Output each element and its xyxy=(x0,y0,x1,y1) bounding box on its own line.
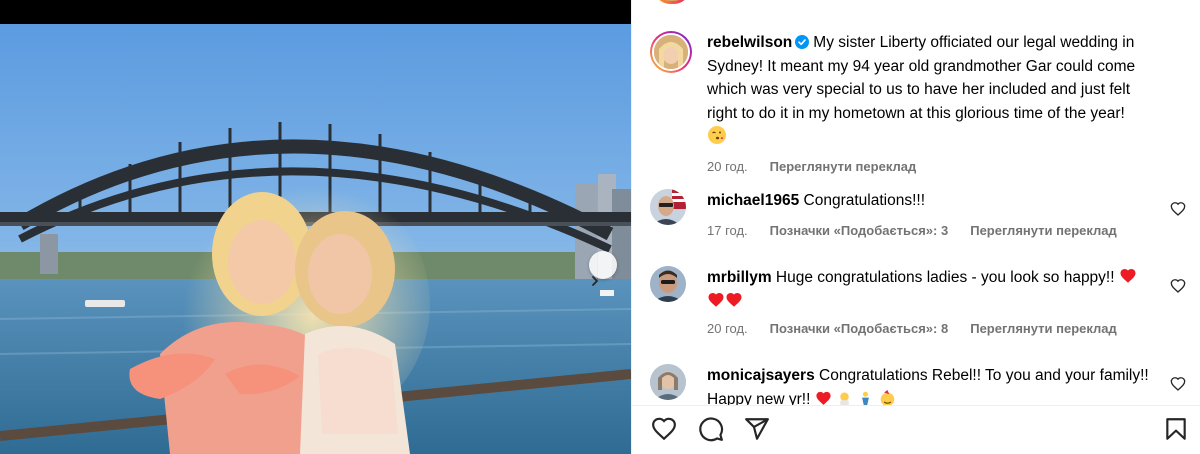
heart-outline-icon[interactable] xyxy=(1170,376,1186,392)
red-heart-emoji-icon xyxy=(816,391,831,405)
comments-panel: rebelwilson My sister Liberty officiated … xyxy=(631,0,1200,454)
heart-outline-icon[interactable] xyxy=(651,416,677,442)
comment-bubble-icon[interactable] xyxy=(698,416,724,442)
heart-outline-icon[interactable] xyxy=(1170,278,1186,294)
commenter-avatar[interactable] xyxy=(650,189,686,225)
comment-likes[interactable]: Позначки «Подобається»: 8 xyxy=(770,321,949,336)
author-username[interactable]: rebelwilson xyxy=(707,34,792,51)
header-avatar[interactable] xyxy=(654,0,690,4)
verified-badge-icon xyxy=(795,35,810,49)
see-translation-link[interactable]: Переглянути переклад xyxy=(770,159,917,174)
chevron-right-icon xyxy=(592,276,598,286)
comment-text: Congratulations!!! xyxy=(803,192,926,209)
party-face-emoji-icon xyxy=(880,389,894,406)
commenter-username[interactable]: michael1965 xyxy=(707,192,799,209)
paper-plane-icon[interactable] xyxy=(744,416,770,442)
red-heart-emoji-icon xyxy=(726,292,742,307)
comment-likes[interactable]: Позначки «Подобається»: 3 xyxy=(770,223,949,238)
kiss-emoji-icon xyxy=(708,126,726,144)
commenter-username[interactable]: monicajsayers xyxy=(707,367,815,384)
comment-time[interactable]: 20 год. xyxy=(707,321,748,336)
red-heart-emoji-icon xyxy=(708,292,724,307)
red-heart-emoji-icon xyxy=(1120,268,1136,283)
comment-text: Congratulations Rebel!! To you and your … xyxy=(819,367,1149,384)
bookmark-icon[interactable] xyxy=(1163,416,1189,442)
post-action-bar xyxy=(632,405,1200,454)
commenter-avatar[interactable] xyxy=(650,266,686,302)
author-avatar[interactable] xyxy=(650,31,692,73)
heart-outline-icon[interactable] xyxy=(1170,201,1186,217)
see-translation-link[interactable]: Переглянути переклад xyxy=(970,223,1117,238)
comment-text: Huge congratulations ladies - you look s… xyxy=(775,269,1115,286)
caption-time[interactable]: 20 год. xyxy=(707,159,748,174)
carousel-next-button[interactable] xyxy=(589,251,617,286)
dancer-emoji-icon xyxy=(862,391,870,405)
commenter-username[interactable]: mrbillym xyxy=(707,269,772,286)
commenter-avatar[interactable] xyxy=(650,364,686,400)
bride-emoji-icon xyxy=(840,392,849,406)
see-translation-link[interactable]: Переглянути переклад xyxy=(970,321,1117,336)
comment-time[interactable]: 17 год. xyxy=(707,223,748,238)
post-image xyxy=(0,24,631,454)
post-photo xyxy=(0,0,631,454)
